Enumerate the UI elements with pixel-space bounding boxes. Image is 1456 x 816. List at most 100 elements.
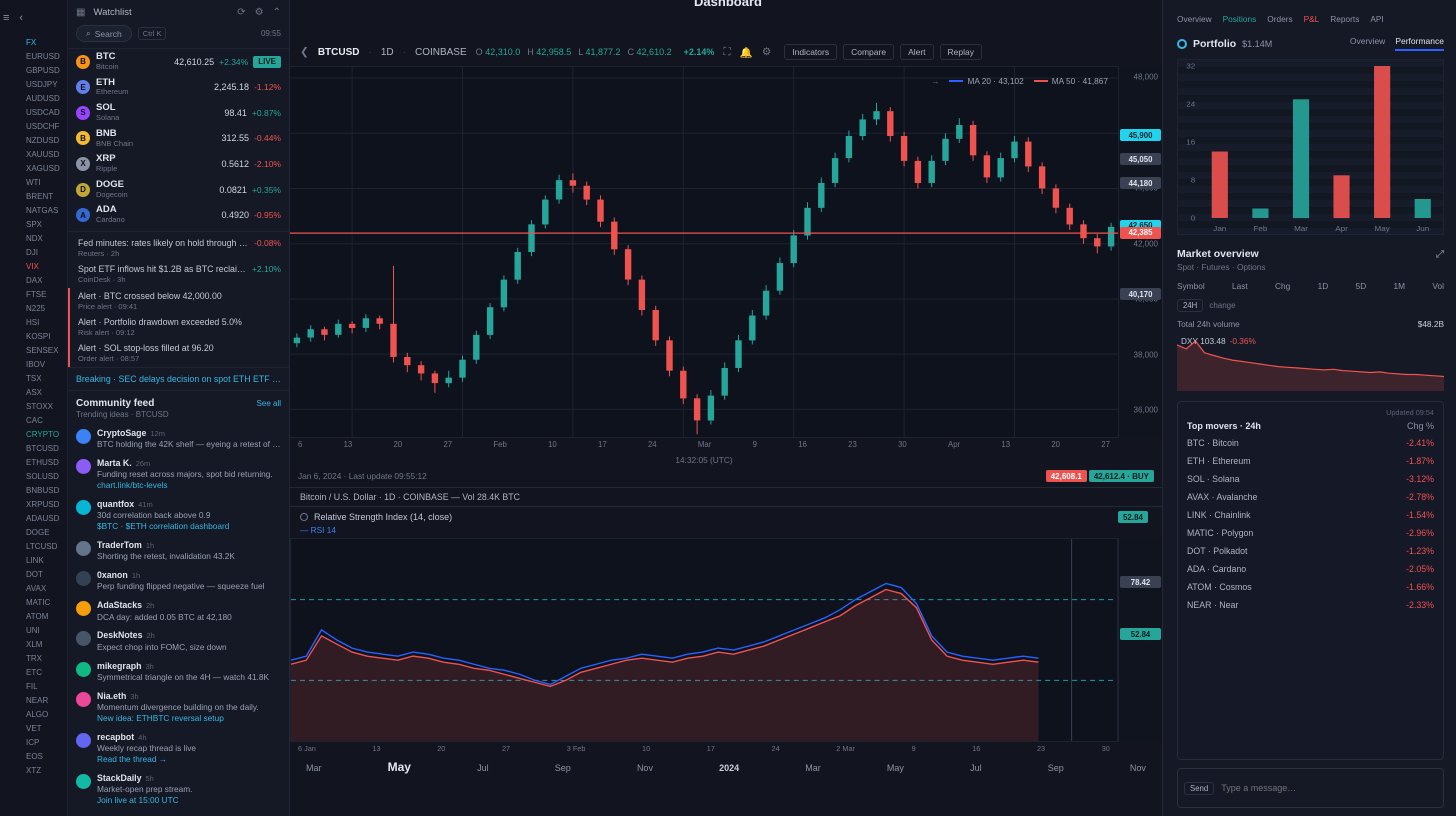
mover-row[interactable]: ADA · Cardano -2.05% <box>1187 560 1434 578</box>
mini-sidebar-item[interactable]: FTSE <box>26 288 67 302</box>
portfolio-tab[interactable]: Overview <box>1350 36 1385 51</box>
mini-sidebar-item[interactable]: ADAUSD <box>26 512 67 526</box>
market-column[interactable]: 1M <box>1394 281 1406 291</box>
mini-sidebar-item[interactable]: CAC <box>26 414 67 428</box>
mini-sidebar-item[interactable]: USDCHF <box>26 120 67 134</box>
time-axis[interactable]: 6132027Feb101724Mar9162330Apr132027 <box>290 438 1118 451</box>
news-item[interactable]: Alert · BTC crossed below 42,000.00 Pric… <box>68 288 289 314</box>
chevron-left-icon[interactable]: ❮ <box>300 46 309 58</box>
mini-sidebar-item[interactable]: USDCAD <box>26 106 67 120</box>
news-item[interactable]: Alert · SOL stop-loss filled at 96.20 Or… <box>68 340 289 366</box>
mover-row[interactable]: ATOM · Cosmos -1.66% <box>1187 578 1434 596</box>
account-link[interactable]: Positions <box>1223 14 1257 24</box>
mini-sidebar-item[interactable]: XLM <box>26 638 67 652</box>
refresh-icon[interactable]: ⟳ <box>237 7 245 18</box>
mini-sidebar-item[interactable]: CRYPTO <box>26 428 67 442</box>
watchlist-row[interactable]: B BNB BNB Chain 312.55 -0.44% <box>68 126 289 152</box>
market-column[interactable]: Chg <box>1275 281 1290 291</box>
feed-item[interactable]: TraderTom1h Shorting the retest, invalid… <box>68 536 289 566</box>
see-all-link[interactable]: See all <box>257 399 281 408</box>
market-column[interactable]: Last <box>1232 281 1248 291</box>
account-link[interactable]: Orders <box>1267 14 1292 24</box>
feed-item[interactable]: Marta K.26m Funding reset across majors,… <box>68 454 289 495</box>
watchlist-row[interactable]: S SOL Solana 98.41 +0.87% <box>68 100 289 126</box>
mini-sidebar-item[interactable]: HSI <box>26 316 67 330</box>
feed-item[interactable]: mikegraph3h Symmetrical triangle on the … <box>68 657 289 687</box>
feed-link[interactable]: $BTC · $ETH correlation dashboard <box>97 521 229 532</box>
account-link[interactable]: Overview <box>1177 14 1212 24</box>
rsi-axis[interactable]: 78.4252.84 <box>1118 538 1162 742</box>
watchlist-row[interactable]: E ETH Ethereum 2,245.18 -1.12% <box>68 75 289 101</box>
price-axis[interactable]: 36,00038,00040,00042,00044,00046,00048,0… <box>1118 66 1162 438</box>
mini-sidebar-item[interactable]: LINK <box>26 554 67 568</box>
mini-sidebar-item[interactable]: UNI <box>26 624 67 638</box>
mover-row[interactable]: SOL · Solana -3.12% <box>1187 470 1434 488</box>
mini-sidebar-item[interactable]: TSX <box>26 372 67 386</box>
mini-sidebar-item[interactable]: ASX <box>26 386 67 400</box>
mini-sidebar-item[interactable]: TRX <box>26 652 67 666</box>
mini-sidebar-item[interactable]: DOT <box>26 568 67 582</box>
mini-sidebar-item[interactable]: ICP <box>26 736 67 750</box>
mini-sidebar-item[interactable]: SOLUSD <box>26 470 67 484</box>
mini-sidebar-item[interactable]: USDJPY <box>26 78 67 92</box>
mini-sidebar-item[interactable]: BNBUSD <box>26 484 67 498</box>
mover-row[interactable]: ETH · Ethereum -1.87% <box>1187 452 1434 470</box>
mini-sidebar-item[interactable]: FX <box>26 36 67 50</box>
feed-item[interactable]: Nia.eth3h Momentum divergence building o… <box>68 687 289 728</box>
back-chevron-icon[interactable]: ‹ <box>19 12 23 24</box>
mini-sidebar-item[interactable]: DOGE <box>26 526 67 540</box>
mini-sidebar-item[interactable]: STOXX <box>26 400 67 414</box>
mini-sidebar-item[interactable]: BRENT <box>26 190 67 204</box>
mover-row[interactable]: NEAR · Near -2.33% <box>1187 596 1434 614</box>
mini-sidebar-item[interactable]: DJI <box>26 246 67 260</box>
portfolio-tab[interactable]: Performance <box>1395 36 1444 51</box>
watchlist-row[interactable]: D DOGE Dogecoin 0.0821 +0.35% <box>68 177 289 203</box>
feed-link[interactable]: New idea: ETHBTC reversal setup <box>97 713 259 724</box>
mini-sidebar-item[interactable]: NEAR <box>26 694 67 708</box>
timeframe-label[interactable]: 1D <box>381 47 394 58</box>
feed-item[interactable]: 0xanon1h Perp funding flipped negative —… <box>68 566 289 596</box>
search-input[interactable]: ⌕ Search <box>76 25 132 42</box>
mini-sidebar-item[interactable]: NATGAS <box>26 204 67 218</box>
watchlist-row[interactable]: X XRP Ripple 0.5612 -2.10% <box>68 151 289 177</box>
mini-sidebar-item[interactable]: KOSPI <box>26 330 67 344</box>
news-item[interactable]: Fed minutes: rates likely on hold throug… <box>68 235 289 261</box>
mini-sidebar-item[interactable]: GBPUSD <box>26 64 67 78</box>
feed-link[interactable]: chart.link/btc-levels <box>97 480 273 491</box>
mover-row[interactable]: DOT · Polkadot -1.23% <box>1187 542 1434 560</box>
mini-sidebar-item[interactable]: MATIC <box>26 596 67 610</box>
feed-item[interactable]: StackDaily5h Market-open prep stream. Jo… <box>68 769 289 810</box>
mini-sidebar-item[interactable]: LTCUSD <box>26 540 67 554</box>
feed-item[interactable]: CryptoSage12m BTC holding the 42K shelf … <box>68 424 289 454</box>
dxy-mini-chart[interactable]: DXY 103.48-0.36% <box>1177 335 1444 391</box>
account-link[interactable]: Reports <box>1330 14 1359 24</box>
mini-sidebar-item[interactable]: XTZ <box>26 764 67 778</box>
market-column[interactable]: 5D <box>1356 281 1367 291</box>
mini-sidebar-item[interactable]: XRPUSD <box>26 498 67 512</box>
mini-sidebar-item[interactable]: SENSEX <box>26 344 67 358</box>
mover-row[interactable]: LINK · Chainlink -1.54% <box>1187 506 1434 524</box>
mini-sidebar-item[interactable]: DAX <box>26 274 67 288</box>
mover-row[interactable]: BTC · Bitcoin -2.41% <box>1187 434 1434 452</box>
toolbar-button[interactable]: Replay <box>940 44 982 60</box>
symbol-label[interactable]: BTCUSD <box>318 47 360 58</box>
view-all-link[interactable]: Breaking · SEC delays decision on spot E… <box>68 367 289 391</box>
sell-quote-chip[interactable]: 42,608.1 <box>1046 470 1087 482</box>
mini-sidebar-item[interactable]: XAUUSD <box>26 148 67 162</box>
mini-sidebar-item[interactable]: WTI <box>26 176 67 190</box>
bell-icon[interactable]: 🔔 <box>740 46 753 59</box>
collapse-icon[interactable]: ⌃ <box>273 7 281 18</box>
feed-item[interactable]: quantfox41m 30d correlation back above 0… <box>68 495 289 536</box>
account-link[interactable]: API <box>1370 14 1383 24</box>
mini-sidebar-item[interactable]: ALGO <box>26 708 67 722</box>
watchlist-row[interactable]: A ADA Cardano 0.4920 -0.95% <box>68 202 289 228</box>
mini-sidebar-item[interactable]: NDX <box>26 232 67 246</box>
mini-sidebar-item[interactable]: ETC <box>26 666 67 680</box>
message-input[interactable] <box>1221 783 1437 793</box>
month-axis[interactable]: MarMayJulSepNov2024MarMayJulSepNov <box>290 755 1162 774</box>
send-button[interactable]: Send <box>1184 782 1214 795</box>
mini-sidebar-item[interactable]: AVAX <box>26 582 67 596</box>
expand-icon[interactable]: ⤢ <box>1436 249 1444 260</box>
mini-sidebar-item[interactable]: AUDUSD <box>26 92 67 106</box>
gear-icon[interactable]: ⚙ <box>255 7 264 18</box>
